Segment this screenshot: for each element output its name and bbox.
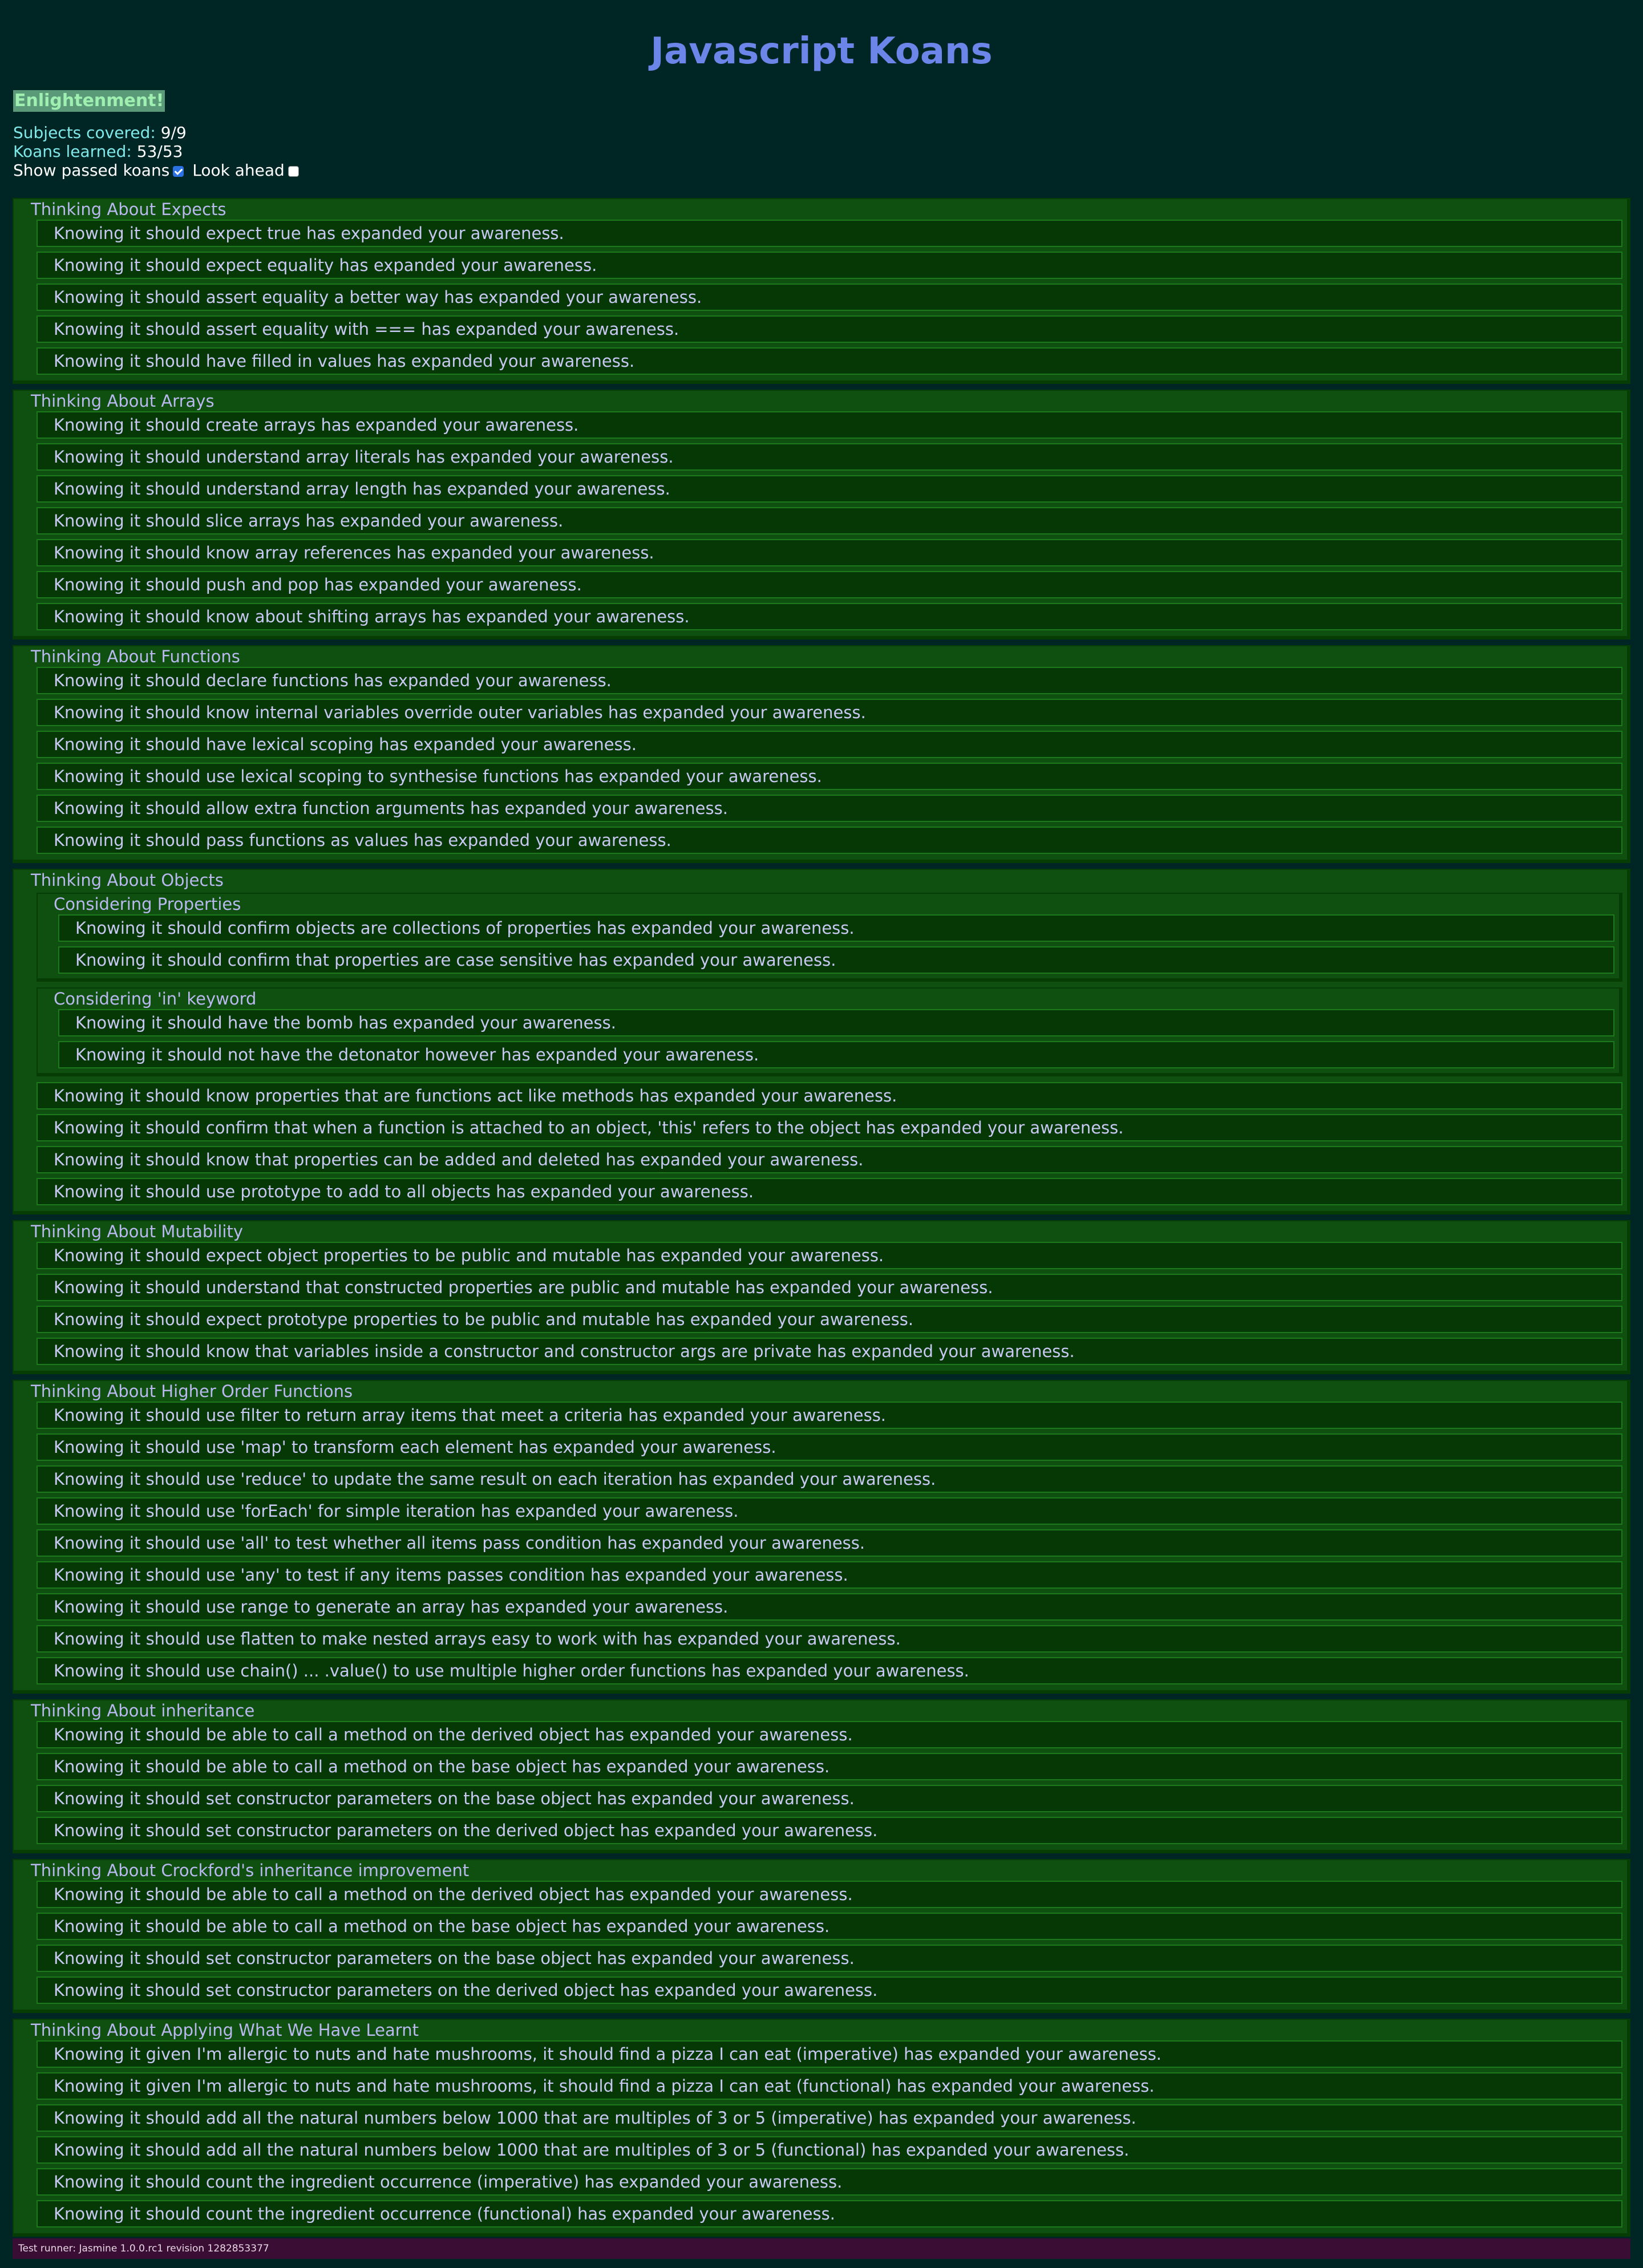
spec-passed[interactable]: Knowing it should not have the detonator…: [58, 1041, 1614, 1068]
stats: Subjects covered: 9/9 Koans learned: 53/…: [13, 123, 1643, 161]
spec-passed[interactable]: Knowing it should use filter to return a…: [37, 1402, 1622, 1429]
spec-passed[interactable]: Knowing it should have the bomb has expa…: [58, 1009, 1614, 1036]
spec-passed[interactable]: Knowing it should assert equality a bett…: [37, 284, 1622, 311]
suite: Thinking About Expects Knowing it should …: [13, 198, 1630, 384]
spec-passed[interactable]: Knowing it should use flatten to make ne…: [37, 1625, 1622, 1653]
spec-passed[interactable]: Knowing it given I'm allergic to nuts an…: [37, 2040, 1622, 2068]
suite-title[interactable]: Thinking About Objects: [14, 870, 1627, 890]
spec-passed[interactable]: Knowing it should know array references …: [37, 539, 1622, 566]
spec-passed[interactable]: Knowing it should set constructor parame…: [37, 1977, 1622, 2004]
look-ahead-label: Look ahead: [192, 161, 285, 180]
spec-passed[interactable]: Knowing it should count the ingredient o…: [37, 2168, 1622, 2196]
spec-passed[interactable]: Knowing it should be able to call a meth…: [37, 1721, 1622, 1748]
spec-passed[interactable]: Knowing it should use lexical scoping to…: [37, 763, 1622, 790]
spec-passed[interactable]: Knowing it should have lexical scoping h…: [37, 731, 1622, 758]
suite: Thinking About Crockford's inheritance i…: [13, 1859, 1630, 2013]
spec-passed[interactable]: Knowing it should be able to call a meth…: [37, 1753, 1622, 1780]
spec-passed[interactable]: Knowing it should have filled in values …: [37, 347, 1622, 375]
spec-passed[interactable]: Knowing it should expect true has expand…: [37, 220, 1622, 247]
spec-passed[interactable]: Knowing it should slice arrays has expan…: [37, 507, 1622, 534]
spec-passed[interactable]: Knowing it given I'm allergic to nuts an…: [37, 2072, 1622, 2100]
spec-passed[interactable]: Knowing it should expect equality has ex…: [37, 252, 1622, 279]
spec-passed[interactable]: Knowing it should create arrays has expa…: [37, 411, 1622, 439]
spec-passed[interactable]: Knowing it should declare functions has …: [37, 667, 1622, 694]
page-title: Javascript Koans: [650, 30, 993, 72]
spec-passed[interactable]: Knowing it should use 'all' to test whet…: [37, 1529, 1622, 1557]
spec-passed[interactable]: Knowing it should confirm that propertie…: [58, 946, 1614, 974]
spec-passed[interactable]: Knowing it should use chain() ... .value…: [37, 1657, 1622, 1684]
spec-passed[interactable]: Knowing it should be able to call a meth…: [37, 1881, 1622, 1908]
spec-passed[interactable]: Knowing it should push and pop has expan…: [37, 571, 1622, 598]
status-row: Enlightenment!: [0, 74, 1643, 112]
spec-passed[interactable]: Knowing it should use prototype to add t…: [37, 1178, 1622, 1205]
spec-passed[interactable]: Knowing it should use 'any' to test if a…: [37, 1561, 1622, 1589]
spec-passed[interactable]: Knowing it should know internal variable…: [37, 699, 1622, 726]
suite-title[interactable]: Thinking About Higher Order Functions: [14, 1381, 1627, 1402]
spec-passed[interactable]: Knowing it should add all the natural nu…: [37, 2104, 1622, 2132]
subjects-covered-label: Subjects covered:: [13, 123, 156, 142]
spec-passed[interactable]: Knowing it should understand that constr…: [37, 1274, 1622, 1301]
spec-passed[interactable]: Knowing it should know about shifting ar…: [37, 603, 1622, 630]
spec-passed[interactable]: Knowing it should understand array lengt…: [37, 475, 1622, 503]
spec-passed[interactable]: Knowing it should understand array liter…: [37, 443, 1622, 471]
spec-passed[interactable]: Knowing it should set constructor parame…: [37, 1785, 1622, 1812]
suite: Thinking About Functions Knowing it shoul…: [13, 645, 1630, 863]
spec-passed[interactable]: Knowing it should expect object properti…: [37, 1242, 1622, 1269]
subsuite-title[interactable]: Considering Properties: [38, 894, 1619, 914]
spec-passed[interactable]: Knowing it should expect prototype prope…: [37, 1306, 1622, 1333]
spec-passed[interactable]: Knowing it should count the ingredient o…: [37, 2200, 1622, 2228]
spec-passed[interactable]: Knowing it should use 'reduce' to update…: [37, 1465, 1622, 1493]
suite-title[interactable]: Thinking About Arrays: [14, 391, 1627, 411]
suite: Thinking About Objects Considering Proper…: [13, 869, 1630, 1214]
suite: Thinking About inheritance Knowing it sho…: [13, 1699, 1630, 1853]
koans-learned-label: Koans learned:: [13, 142, 132, 161]
spec-passed[interactable]: Knowing it should know that properties c…: [37, 1146, 1622, 1173]
spec-passed[interactable]: Knowing it should assert equality with =…: [37, 315, 1622, 343]
spec-passed[interactable]: Knowing it should set constructor parame…: [37, 1945, 1622, 1972]
suite-title[interactable]: Thinking About inheritance: [14, 1700, 1627, 1721]
subjects-covered-value: 9/9: [160, 123, 187, 142]
spec-passed[interactable]: Knowing it should know that variables in…: [37, 1338, 1622, 1365]
spec-passed[interactable]: Knowing it should set constructor parame…: [37, 1817, 1622, 1844]
koans-learned-value: 53/53: [136, 142, 183, 161]
suite: Thinking About Arrays Knowing it should c…: [13, 390, 1630, 639]
look-ahead-checkbox[interactable]: [288, 166, 299, 177]
spec-passed[interactable]: Knowing it should use 'forEach' for simp…: [37, 1497, 1622, 1525]
suite: Thinking About Applying What We Have Lea…: [13, 2019, 1630, 2237]
suite-list: Thinking About Expects Knowing it should …: [0, 198, 1643, 2237]
spec-passed[interactable]: Knowing it should confirm objects are co…: [58, 914, 1614, 942]
subsuite: Considering Properties Knowing it should …: [37, 893, 1622, 982]
show-passed-label: Show passed koans: [13, 161, 170, 180]
spec-passed[interactable]: Knowing it should know properties that a…: [37, 1082, 1622, 1109]
suite: Thinking About Mutability Knowing it shou…: [13, 1220, 1630, 1374]
spec-passed[interactable]: Knowing it should pass functions as valu…: [37, 827, 1622, 854]
spec-passed[interactable]: Knowing it should confirm that when a fu…: [37, 1114, 1622, 1141]
suite-title[interactable]: Thinking About Expects: [14, 199, 1627, 220]
spec-passed[interactable]: Knowing it should use range to generate …: [37, 1593, 1622, 1621]
status-badge: Enlightenment!: [13, 90, 165, 112]
subsuite-title[interactable]: Considering 'in' keyword: [38, 989, 1619, 1009]
spec-passed[interactable]: Knowing it should be able to call a meth…: [37, 1913, 1622, 1940]
spec-passed[interactable]: Knowing it should use 'map' to transform…: [37, 1433, 1622, 1461]
suite-title[interactable]: Thinking About Mutability: [14, 1221, 1627, 1242]
suite-title[interactable]: Thinking About Applying What We Have Lea…: [14, 2020, 1627, 2040]
test-runner-footer: Test runner: Jasmine 1.0.0.rc1 revision …: [13, 2238, 1630, 2259]
toggles: Show passed koans Look ahead: [13, 161, 1643, 180]
koans-learned: Koans learned: 53/53: [13, 142, 1643, 161]
spec-passed[interactable]: Knowing it should allow extra function a…: [37, 795, 1622, 822]
spec-passed[interactable]: Knowing it should add all the natural nu…: [37, 2136, 1622, 2164]
suite-title[interactable]: Thinking About Crockford's inheritance i…: [14, 1860, 1627, 1881]
suite: Thinking About Higher Order Functions Kno…: [13, 1380, 1630, 1694]
suite-title[interactable]: Thinking About Functions: [14, 646, 1627, 667]
show-passed-checkbox[interactable]: [173, 166, 184, 177]
subsuite: Considering 'in' keyword Knowing it shoul…: [37, 987, 1622, 1076]
subjects-covered: Subjects covered: 9/9: [13, 123, 1643, 142]
